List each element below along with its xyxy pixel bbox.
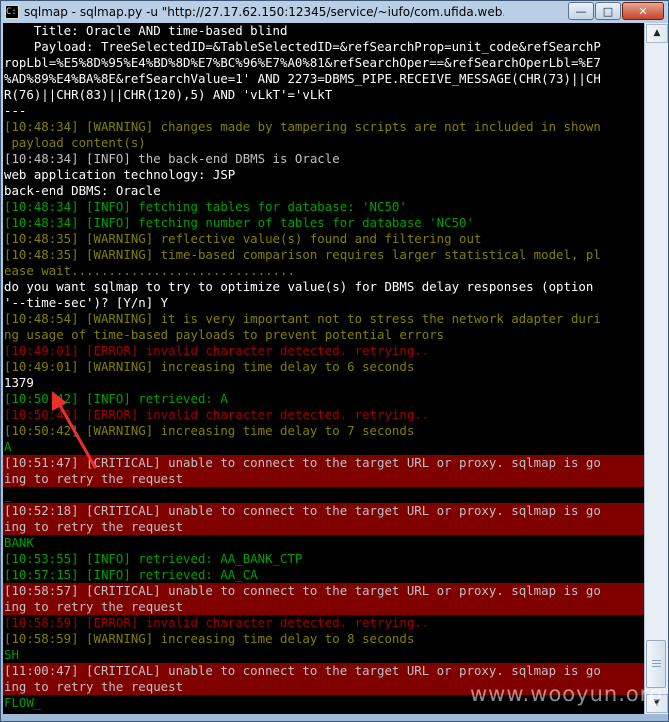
watermark: www.wooyun.org — [470, 682, 664, 706]
annotation-arrow-icon — [52, 391, 97, 469]
